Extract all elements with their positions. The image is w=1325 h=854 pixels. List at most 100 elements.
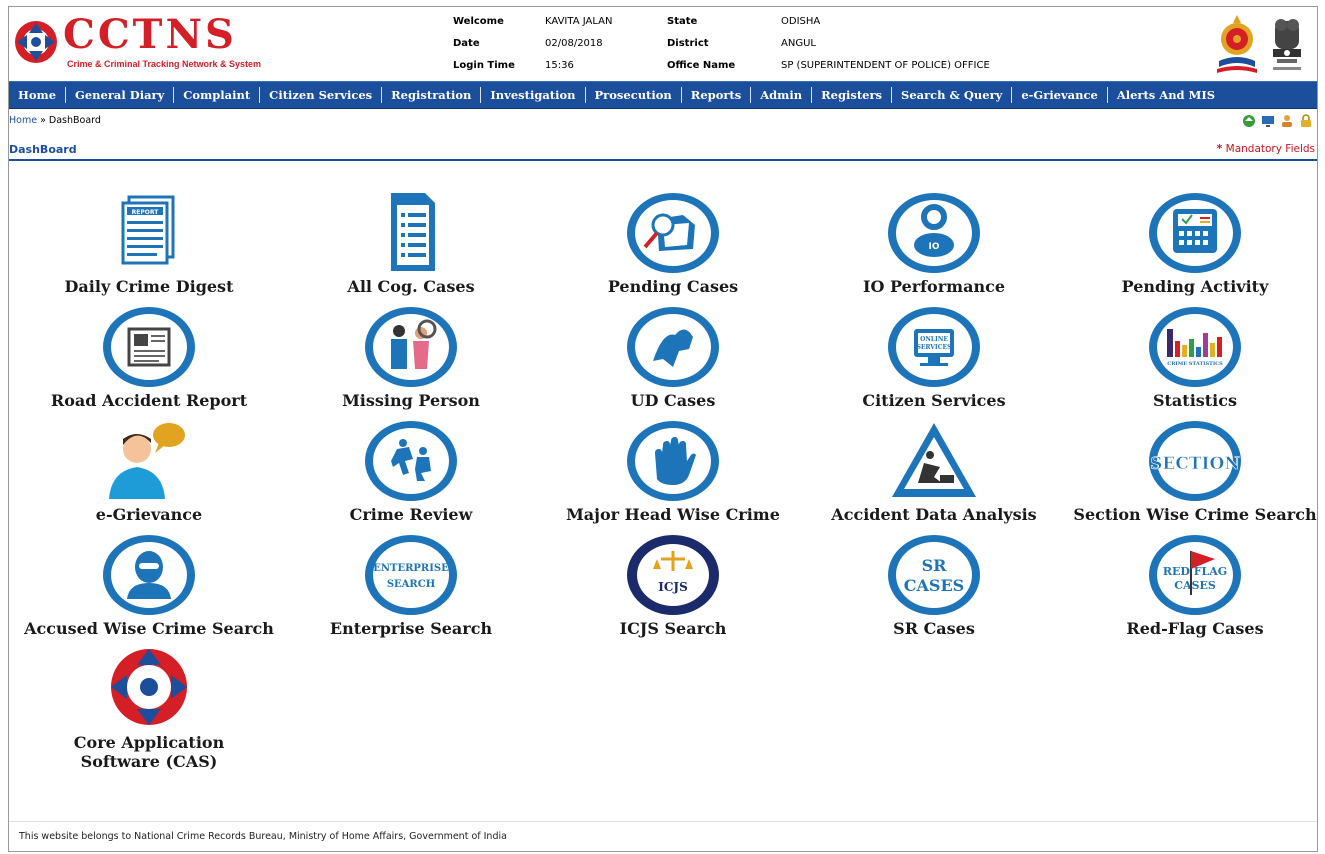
nav-item-search-query[interactable]: Search & Query <box>892 87 1013 103</box>
tile-label[interactable]: Enterprise Search <box>281 619 541 638</box>
nav-item-home[interactable]: Home <box>9 87 67 103</box>
tile-label[interactable]: SR Cases <box>804 619 1064 638</box>
tile-core-application-software-cas[interactable]: Core Application Software (CAS) <box>19 643 279 771</box>
national-emblem-icon <box>1273 19 1301 70</box>
cas-logo-icon[interactable] <box>99 643 199 735</box>
lock-icon[interactable] <box>1299 114 1313 128</box>
user-key-icon[interactable] <box>1280 114 1294 128</box>
tile-label[interactable]: Core Application Software (CAS) <box>49 733 249 771</box>
tile-statistics[interactable]: CRIME STATISTICS Statistics <box>1065 301 1325 415</box>
tile-label[interactable]: Major Head Wise Crime <box>543 505 803 524</box>
tile-icjs-search[interactable]: ICJS ICJS Search <box>543 529 803 643</box>
red-flag-icon[interactable]: RED FLAGCASES <box>1145 529 1245 621</box>
tile-label[interactable]: Statistics <box>1065 391 1325 410</box>
svg-text:SR: SR <box>922 556 948 575</box>
nav-item-complaint[interactable]: Complaint <box>174 87 261 103</box>
ud-cases-icon[interactable] <box>623 301 723 393</box>
nav-item-alerts-and-mis[interactable]: Alerts And MIS <box>1108 87 1224 103</box>
statistics-icon[interactable]: CRIME STATISTICS <box>1145 301 1245 393</box>
office-name-value: SP (SUPERINTENDENT OF POLICE) OFFICE <box>781 60 990 71</box>
tile-accident-data-analysis[interactable]: Accident Data Analysis <box>804 415 1064 529</box>
user-chat-icon[interactable] <box>99 415 199 507</box>
tile-label[interactable]: e-Grievance <box>19 505 279 524</box>
tile-pending-cases[interactable]: Pending Cases <box>543 187 803 301</box>
tile-label[interactable]: All Cog. Cases <box>281 277 541 296</box>
tile-label[interactable]: Pending Cases <box>543 277 803 296</box>
nav-item-registration[interactable]: Registration <box>382 87 482 103</box>
date-label: Date <box>453 38 480 49</box>
info-labels-right: State District Office Name <box>667 15 735 81</box>
newspaper-icon[interactable] <box>99 301 199 393</box>
nav-item-registers[interactable]: Registers <box>812 87 893 103</box>
tile-label[interactable]: Red-Flag Cases <box>1065 619 1325 638</box>
page-frame: CCTNS Crime & Criminal Tracking Network … <box>8 6 1318 852</box>
svg-text:CRIME STATISTICS: CRIME STATISTICS <box>1167 361 1223 367</box>
tile-missing-person[interactable]: Missing Person <box>281 301 541 415</box>
online-services-icon[interactable]: ONLINESERVICES <box>884 301 984 393</box>
tile-daily-crime-digest[interactable]: REPORT Daily Crime Digest <box>19 187 279 301</box>
tile-major-head-wise-crime[interactable]: Major Head Wise Crime <box>543 415 803 529</box>
refresh-icon[interactable] <box>1242 114 1256 128</box>
tile-crime-review[interactable]: Crime Review <box>281 415 541 529</box>
tile-e-grievance[interactable]: e-Grievance <box>19 415 279 529</box>
tile-label[interactable]: Accident Data Analysis <box>804 505 1064 524</box>
tile-label[interactable]: Accused Wise Crime Search <box>19 619 279 638</box>
crime-review-icon[interactable] <box>361 415 461 507</box>
section-icon[interactable]: SECTION <box>1145 415 1245 507</box>
nav-item-e-grievance[interactable]: e-Grievance <box>1012 87 1108 103</box>
folder-search-icon[interactable] <box>623 187 723 279</box>
tile-label[interactable]: UD Cases <box>543 391 803 410</box>
tile-pending-activity[interactable]: Pending Activity <box>1065 187 1325 301</box>
tile-label[interactable]: Pending Activity <box>1065 277 1325 296</box>
sr-cases-icon[interactable]: SRCASES <box>884 529 984 621</box>
nav-item-investigation[interactable]: Investigation <box>481 87 586 103</box>
tile-label[interactable]: Daily Crime Digest <box>19 277 279 296</box>
tile-label[interactable]: Missing Person <box>281 391 541 410</box>
tile-io-performance[interactable]: IO IO Performance <box>804 187 1064 301</box>
tile-ud-cases[interactable]: UD Cases <box>543 301 803 415</box>
tile-section-wise-crime-search[interactable]: SECTION Section Wise Crime Search <box>1065 415 1325 529</box>
tile-citizen-services[interactable]: ONLINE SERVICES Citizen Services <box>804 301 1064 415</box>
warning-sign-icon[interactable] <box>884 415 984 507</box>
tile-red-flag-cases[interactable]: RED FLAG CASES Red-Flag Cases <box>1065 529 1325 643</box>
masked-person-icon[interactable] <box>99 529 199 621</box>
enterprise-search-icon[interactable]: ENTERPRISE SEARCH <box>361 529 461 621</box>
icjs-icon[interactable]: ICJS <box>623 529 723 621</box>
info-values-left: KAVITA JALAN 02/08/2018 15:36 <box>545 15 612 81</box>
svg-text:SERVICES: SERVICES <box>917 344 952 351</box>
tile-accused-wise-crime-search[interactable]: Accused Wise Crime Search <box>19 529 279 643</box>
tile-label[interactable]: Section Wise Crime Search <box>1065 505 1325 524</box>
nav-item-reports[interactable]: Reports <box>682 87 752 103</box>
missing-person-icon[interactable] <box>361 301 461 393</box>
nav-item-prosecution[interactable]: Prosecution <box>586 87 682 103</box>
hand-stop-icon[interactable] <box>623 415 723 507</box>
tile-label[interactable]: Road Accident Report <box>19 391 279 410</box>
tile-enterprise-search[interactable]: ENTERPRISE SEARCH Enterprise Search <box>281 529 541 643</box>
io-performance-icon[interactable]: IO <box>884 187 984 279</box>
date-value: 02/08/2018 <box>545 38 603 49</box>
welcome-label: Welcome <box>453 16 504 27</box>
tile-label[interactable]: Crime Review <box>281 505 541 524</box>
cctns-logo[interactable]: CCTNS Crime & Criminal Tracking Network … <box>13 13 293 73</box>
breadcrumb-current: DashBoard <box>48 115 101 126</box>
document-list-icon[interactable] <box>361 187 461 279</box>
svg-text:SEARCH: SEARCH <box>387 579 435 590</box>
tile-sr-cases[interactable]: SR CASES SR Cases <box>804 529 1064 643</box>
nav-item-general-diary[interactable]: General Diary <box>66 87 175 103</box>
svg-text:CASES: CASES <box>1174 579 1216 592</box>
pending-activity-icon[interactable] <box>1145 187 1245 279</box>
mandatory-text: Mandatory Fields <box>1222 143 1315 155</box>
state-label: State <box>667 16 698 27</box>
breadcrumb-home-link[interactable]: Home <box>9 115 37 126</box>
nav-item-admin[interactable]: Admin <box>751 87 813 103</box>
tile-road-accident-report[interactable]: Road Accident Report <box>19 301 279 415</box>
tile-label[interactable]: IO Performance <box>804 277 1064 296</box>
report-icon[interactable]: REPORT <box>99 187 199 279</box>
nav-item-citizen-services[interactable]: Citizen Services <box>260 87 383 103</box>
title-bar: DashBoard * Mandatory Fields <box>9 141 1317 161</box>
tile-label[interactable]: Citizen Services <box>804 391 1064 410</box>
monitor-icon[interactable] <box>1261 114 1275 128</box>
tile-label[interactable]: ICJS Search <box>543 619 803 638</box>
tile-all-cog-cases[interactable]: All Cog. Cases <box>281 187 541 301</box>
toolbar-icons <box>1242 114 1313 128</box>
